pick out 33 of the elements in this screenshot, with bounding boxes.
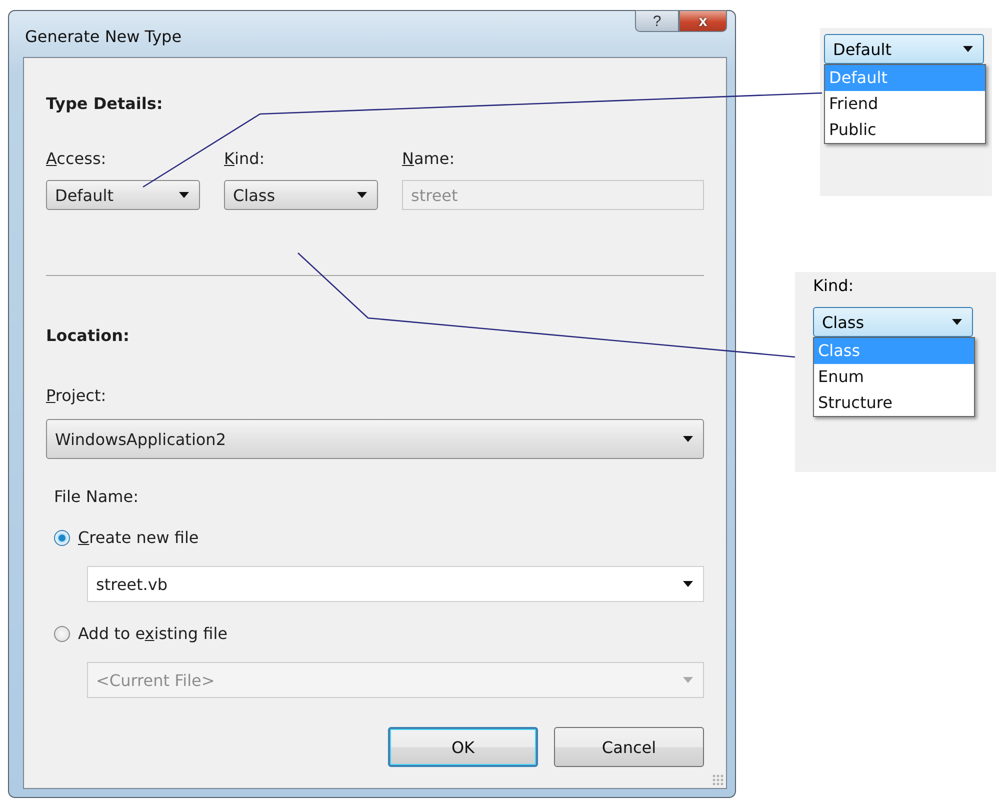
field-label: Access: (46, 149, 108, 168)
caret-icon (357, 192, 367, 198)
radio-label[interactable]: Create new file (78, 528, 199, 547)
list-item[interactable]: Public (825, 117, 985, 143)
field-label: Project: (46, 386, 108, 405)
caret-icon (952, 319, 962, 325)
caret-icon (963, 46, 973, 52)
field-label: Name: (402, 149, 456, 168)
list-item[interactable]: Enum (814, 364, 974, 390)
access-dropdown[interactable]: Default (46, 180, 200, 210)
dialog-button[interactable]: OK (388, 727, 538, 767)
caret-icon (683, 436, 693, 442)
list-item[interactable]: Structure (814, 390, 974, 416)
radio-button[interactable] (54, 530, 70, 546)
field-label: Kind: (224, 149, 266, 168)
resize-grip-icon (712, 774, 724, 786)
field-label: File Name: (54, 487, 140, 506)
window-title: Generate New Type (24, 26, 182, 46)
caret-icon (683, 677, 693, 683)
field-label: Kind: (813, 276, 855, 295)
caret-icon (683, 581, 693, 587)
list-item[interactable]: Friend (825, 91, 985, 117)
file-dropdown[interactable]: street.vb (87, 566, 704, 602)
caret-icon (179, 192, 189, 198)
dialog-button[interactable]: Cancel (554, 727, 704, 767)
access-dropdown[interactable]: Default (824, 34, 984, 64)
section-heading: Location: (46, 326, 130, 345)
section-heading: Type Details: (46, 94, 164, 113)
kind-dropdown[interactable]: Class (224, 180, 378, 210)
help-button[interactable]: ? (635, 10, 679, 32)
close-button[interactable]: x (679, 10, 727, 32)
project-dropdown[interactable]: WindowsApplication2 (46, 419, 704, 459)
kind-dropdown[interactable]: Class (813, 307, 973, 337)
